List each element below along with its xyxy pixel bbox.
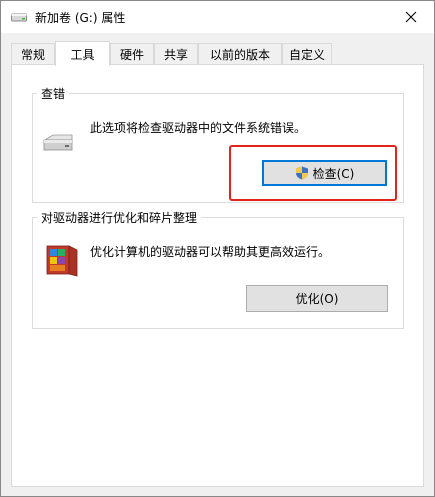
- drive-title-icon: [11, 13, 27, 22]
- tools-panel: 查错 此选项将检查驱动器中的文件系统错误。 检查(C) 对驱动器进行优化和碎片整…: [11, 64, 424, 487]
- optimize-button-label: 优化(O): [295, 292, 339, 306]
- tab-tools[interactable]: 工具: [55, 41, 110, 66]
- optimize-title: 对驱动器进行优化和碎片整理: [37, 209, 202, 226]
- title-bar: 新加卷 (G:) 属性: [1, 1, 434, 33]
- close-icon: [405, 11, 417, 23]
- tab-strip: 常规 工具 硬件 共享 以前的版本 自定义: [11, 41, 431, 66]
- optimize-group: 对驱动器进行优化和碎片整理 优化计算机的驱动器可以帮助其更高效运行。 优化(O): [32, 209, 404, 329]
- error-checking-title: 查错: [37, 85, 70, 102]
- optimize-button[interactable]: 优化(O): [246, 285, 388, 312]
- error-checking-description: 此选项将检查驱动器中的文件系统错误。: [90, 121, 307, 135]
- defrag-icon: [46, 245, 78, 277]
- close-button[interactable]: [388, 1, 434, 33]
- tab-customize[interactable]: 自定义: [282, 43, 332, 65]
- tab-hardware[interactable]: 硬件: [110, 43, 154, 65]
- shield-icon: [295, 166, 308, 180]
- optimize-description: 优化计算机的驱动器可以帮助其更高效运行。: [90, 245, 331, 259]
- window-title: 新加卷 (G:) 属性: [35, 11, 126, 25]
- check-button-label: 检查(C): [312, 166, 355, 181]
- properties-window: 新加卷 (G:) 属性 常规 工具 硬件 共享 以前的版本 自定义 查错 此选项…: [0, 0, 435, 497]
- check-button[interactable]: 检查(C): [262, 160, 387, 186]
- error-checking-group: 查错 此选项将检查驱动器中的文件系统错误。 检查(C): [32, 85, 404, 203]
- tab-general[interactable]: 常规: [11, 43, 55, 65]
- tab-sharing[interactable]: 共享: [154, 43, 198, 65]
- tab-previous-versions[interactable]: 以前的版本: [198, 43, 282, 65]
- drive-icon: [43, 134, 73, 151]
